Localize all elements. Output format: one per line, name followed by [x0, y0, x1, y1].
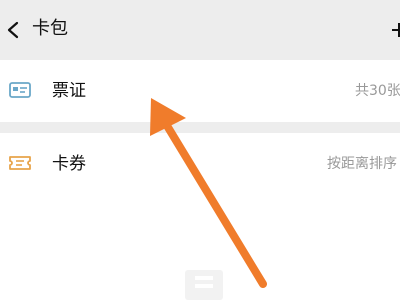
row-label: 卡券 [52, 154, 86, 174]
coupon-icon [9, 156, 31, 170]
list-item-coupons[interactable]: 卡券 按距离排序 [0, 133, 400, 195]
row-meta-count: 共30张 [355, 83, 400, 99]
watermark-icon [185, 270, 223, 300]
ticket-card-icon [9, 82, 31, 98]
add-icon[interactable] [391, 22, 400, 38]
back-chevron-icon[interactable] [6, 21, 20, 39]
page-title: 卡包 [32, 18, 68, 39]
row-label: 票证 [52, 81, 86, 101]
row-meta-sort: 按距离排序 [327, 156, 397, 172]
section-divider [0, 122, 400, 133]
nav-bar: 卡包 [0, 0, 400, 60]
list-item-tickets[interactable]: 票证 共30张 [0, 60, 400, 122]
